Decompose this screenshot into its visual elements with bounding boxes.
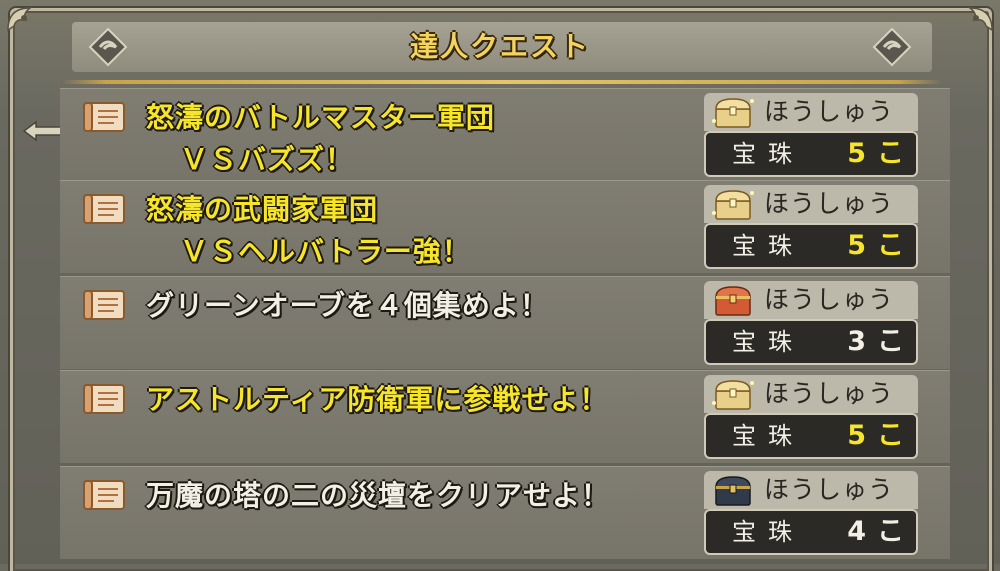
reward-value-box: 宝珠 5 こ xyxy=(704,131,918,177)
gold-chest-icon xyxy=(710,377,756,413)
red-chest-icon xyxy=(710,283,756,319)
reward-label: ほうしゅう xyxy=(764,379,895,408)
quest-scroll-icon xyxy=(80,99,128,135)
quest-title: 怒濤の武闘家軍団 ＶＳヘルバトラー強！ xyxy=(146,189,736,273)
reward-value-box: 宝珠 5 こ xyxy=(704,223,918,269)
quest-row[interactable]: 万魔の塔の二の災壇をクリアせよ！ ほうしゅう 宝珠 4 こ xyxy=(60,466,950,559)
reward-label: ほうしゅう xyxy=(764,475,895,504)
reward-panel: ほうしゅう 宝珠 5 こ xyxy=(704,93,918,177)
reward-unit: こ xyxy=(877,230,904,261)
quest-title: 怒濤のバトルマスター軍団 ＶＳバズズ！ xyxy=(146,97,736,181)
quest-row[interactable]: 怒濤のバトルマスター軍団 ＶＳバズズ！ ほうしゅう 宝珠 5 こ xyxy=(60,88,950,181)
gold-chest-icon xyxy=(710,95,756,131)
reward-item-name: 宝珠 xyxy=(732,328,804,356)
quest-scroll-icon xyxy=(80,287,128,323)
title-divider xyxy=(62,80,942,84)
window-title: 達人クエスト xyxy=(409,30,590,63)
reward-header: ほうしゅう xyxy=(704,185,918,223)
reward-unit: こ xyxy=(877,138,904,169)
quest-title: アストルティア防衛軍に参戦せよ！ xyxy=(146,379,736,421)
quest-title-line1: 怒濤のバトルマスター軍団 xyxy=(146,101,495,134)
reward-label: ほうしゅう xyxy=(764,285,895,314)
quest-scroll-icon xyxy=(80,191,128,227)
reward-count: 5 xyxy=(847,420,866,451)
quest-title-line1: 万魔の塔の二の災壇をクリアせよ！ xyxy=(146,479,611,512)
reward-header: ほうしゅう xyxy=(704,471,918,509)
quest-row[interactable]: グリーンオーブを４個集めよ！ ほうしゅう 宝珠 3 こ xyxy=(60,276,950,369)
reward-item-name: 宝珠 xyxy=(732,518,804,546)
reward-unit: こ xyxy=(877,516,904,547)
quest-title: グリーンオーブを４個集めよ！ xyxy=(146,285,736,327)
quest-title-line1: アストルティア防衛軍に参戦せよ！ xyxy=(146,383,609,416)
reward-item-name: 宝珠 xyxy=(732,232,804,260)
reward-header: ほうしゅう xyxy=(704,93,918,131)
reward-unit: こ xyxy=(877,420,904,451)
quest-title-line2: ＶＳヘルバトラー強！ xyxy=(180,235,471,268)
reward-panel: ほうしゅう 宝珠 5 こ xyxy=(704,185,918,269)
quest-row[interactable]: 怒濤の武闘家軍団 ＶＳヘルバトラー強！ ほうしゅう 宝珠 5 こ xyxy=(60,180,950,273)
reward-value-box: 宝珠 5 こ xyxy=(704,413,918,459)
reward-item-name: 宝珠 xyxy=(732,140,804,168)
reward-value-box: 宝珠 3 こ xyxy=(704,319,918,365)
reward-header: ほうしゅう xyxy=(704,281,918,319)
reward-label: ほうしゅう xyxy=(764,97,895,126)
reward-item-name: 宝珠 xyxy=(732,422,804,450)
reward-unit: こ xyxy=(877,326,904,357)
dark-chest-icon xyxy=(710,473,756,509)
reward-value-box: 宝珠 4 こ xyxy=(704,509,918,555)
reward-count: 5 xyxy=(847,138,866,169)
reward-label: ほうしゅう xyxy=(764,189,895,218)
quest-title-line2: ＶＳバズズ！ xyxy=(180,143,355,176)
reward-panel: ほうしゅう 宝珠 5 こ xyxy=(704,375,918,459)
reward-panel: ほうしゅう 宝珠 4 こ xyxy=(704,471,918,555)
reward-count: 3 xyxy=(847,326,866,357)
quest-scroll-icon xyxy=(80,381,128,417)
reward-panel: ほうしゅう 宝珠 3 こ xyxy=(704,281,918,365)
quest-row[interactable]: アストルティア防衛軍に参戦せよ！ ほうしゅう 宝珠 5 こ xyxy=(60,370,950,463)
gold-chest-icon xyxy=(710,187,756,223)
quest-title-line1: 怒濤の武闘家軍団 xyxy=(146,193,379,226)
quest-scroll-icon xyxy=(80,477,128,513)
quest-title-line1: グリーンオーブを４個集めよ！ xyxy=(146,289,549,322)
reward-count: 5 xyxy=(847,230,866,261)
reward-header: ほうしゅう xyxy=(704,375,918,413)
quest-title: 万魔の塔の二の災壇をクリアせよ！ xyxy=(146,475,736,517)
reward-count: 4 xyxy=(847,516,866,547)
